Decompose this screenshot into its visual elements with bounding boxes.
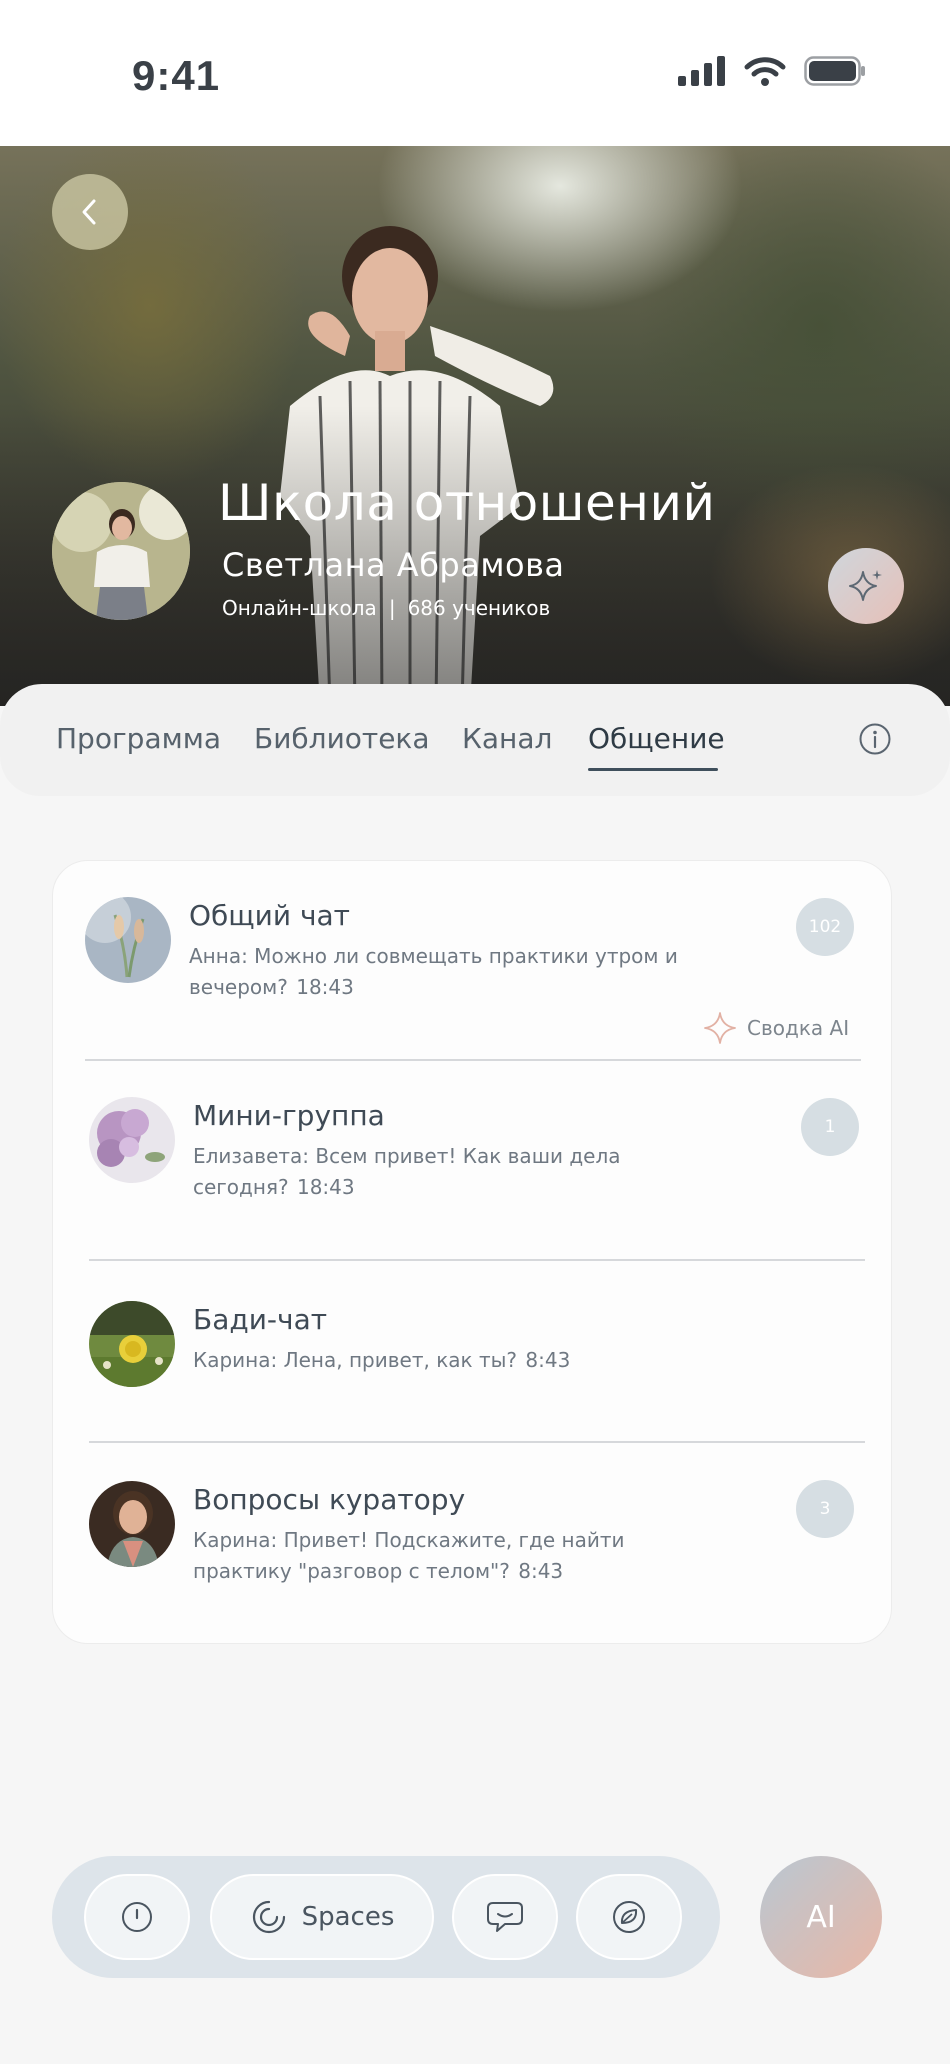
nav-chat-button[interactable] xyxy=(452,1874,558,1960)
tabs-bar: Программа Библиотека Канал Общение xyxy=(0,684,950,796)
tab-communication[interactable]: Общение xyxy=(588,722,725,755)
chat-name: Вопросы куратору xyxy=(193,1483,466,1516)
chat-preview: Карина: Лена, привет, как ты? 8:43 xyxy=(193,1345,693,1376)
chat-list-card: Общий чат Анна: Можно ли совмещать практ… xyxy=(52,860,892,1644)
nav-clock-button[interactable] xyxy=(84,1874,190,1960)
chat-preview-text: Елизавета: Всем привет! Как ваши дела се… xyxy=(193,1144,621,1199)
avatar-photo xyxy=(52,482,190,620)
sparkle-outline-icon xyxy=(704,1012,736,1044)
hero-cover: Школа отношений Светлана Абрамова Онлайн… xyxy=(0,146,950,706)
students-count: 686 учеников xyxy=(407,596,551,620)
meta-separator: | xyxy=(388,596,396,620)
chat-name: Бади-чат xyxy=(193,1303,328,1336)
tab-library[interactable]: Библиотека xyxy=(254,722,430,755)
info-button[interactable] xyxy=(858,722,892,760)
chat-avatar-image xyxy=(89,1097,175,1183)
ai-summary-button[interactable]: Сводка AI xyxy=(703,1011,849,1045)
chat-avatar-image xyxy=(89,1301,175,1387)
sparkle-button[interactable] xyxy=(828,548,904,624)
chat-preview-text: Карина: Лена, привет, как ты? xyxy=(193,1348,518,1372)
chat-preview: Анна: Можно ли совмещать практики утром … xyxy=(189,941,689,1003)
leaf-icon xyxy=(613,1901,645,1933)
sparkle-icon xyxy=(849,570,882,601)
nav-spaces-label: Spaces xyxy=(301,1902,395,1932)
chat-preview: Елизавета: Всем привет! Как ваши дела се… xyxy=(193,1141,693,1203)
chat-time: 8:43 xyxy=(525,1348,571,1372)
school-type: Онлайн-школа xyxy=(222,596,377,620)
nav-leaf-button[interactable] xyxy=(576,1874,682,1960)
ai-button[interactable]: AI xyxy=(760,1856,882,1978)
chevron-left-icon xyxy=(82,199,96,225)
chat-preview-text: Анна: Можно ли совмещать практики утром … xyxy=(189,944,678,999)
wifi-icon xyxy=(744,57,786,86)
info-icon xyxy=(859,723,891,755)
school-avatar xyxy=(52,482,190,620)
chat-avatar xyxy=(89,1301,175,1387)
unread-badge: 102 xyxy=(796,898,854,956)
chat-avatar-image xyxy=(89,1481,175,1567)
back-button[interactable] xyxy=(52,174,128,250)
chat-item[interactable]: Общий чат Анна: Можно ли совмещать практ… xyxy=(53,861,893,1061)
unread-badge: 3 xyxy=(796,1480,854,1538)
chat-time: 18:43 xyxy=(296,1175,355,1199)
chat-item[interactable]: Бади-чат Карина: Лена, привет, как ты? 8… xyxy=(53,1261,893,1443)
active-tab-indicator xyxy=(588,768,718,771)
chat-item[interactable]: Мини-группа Елизавета: Всем привет! Как … xyxy=(53,1061,893,1261)
ai-summary-label: Сводка AI xyxy=(747,1016,850,1040)
status-time: 9:41 xyxy=(132,52,221,99)
chat-preview: Карина: Привет! Подскажите, где найти пр… xyxy=(193,1525,693,1587)
author-name: Светлана Абрамова xyxy=(222,546,565,584)
school-title: Школа отношений xyxy=(218,474,716,532)
chat-avatar-image xyxy=(85,897,171,983)
tab-program[interactable]: Программа xyxy=(56,722,221,755)
chat-item[interactable]: Вопросы куратору Карина: Привет! Подскаж… xyxy=(53,1443,893,1643)
chat-avatar xyxy=(85,897,171,983)
signal-icon xyxy=(678,56,725,86)
clock-icon xyxy=(122,1902,152,1932)
status-bar: 9:41 xyxy=(0,0,950,146)
chat-name: Мини-группа xyxy=(193,1099,385,1132)
spaces-icon xyxy=(252,1900,285,1934)
nav-spaces-button[interactable]: Spaces xyxy=(210,1874,434,1960)
chat-avatar xyxy=(89,1097,175,1183)
bottom-nav: Spaces xyxy=(52,1856,720,1978)
chat-name: Общий чат xyxy=(189,899,350,932)
chat-time: 8:43 xyxy=(518,1559,564,1583)
chat-time: 18:43 xyxy=(296,975,354,999)
school-meta: Онлайн-школа | 686 учеников xyxy=(222,596,550,620)
chat-avatar xyxy=(89,1481,175,1567)
tab-channel[interactable]: Канал xyxy=(462,722,552,755)
battery-icon xyxy=(804,56,865,86)
unread-badge: 1 xyxy=(801,1098,859,1156)
chat-bubble-icon xyxy=(487,1902,523,1932)
status-icons xyxy=(678,56,866,86)
